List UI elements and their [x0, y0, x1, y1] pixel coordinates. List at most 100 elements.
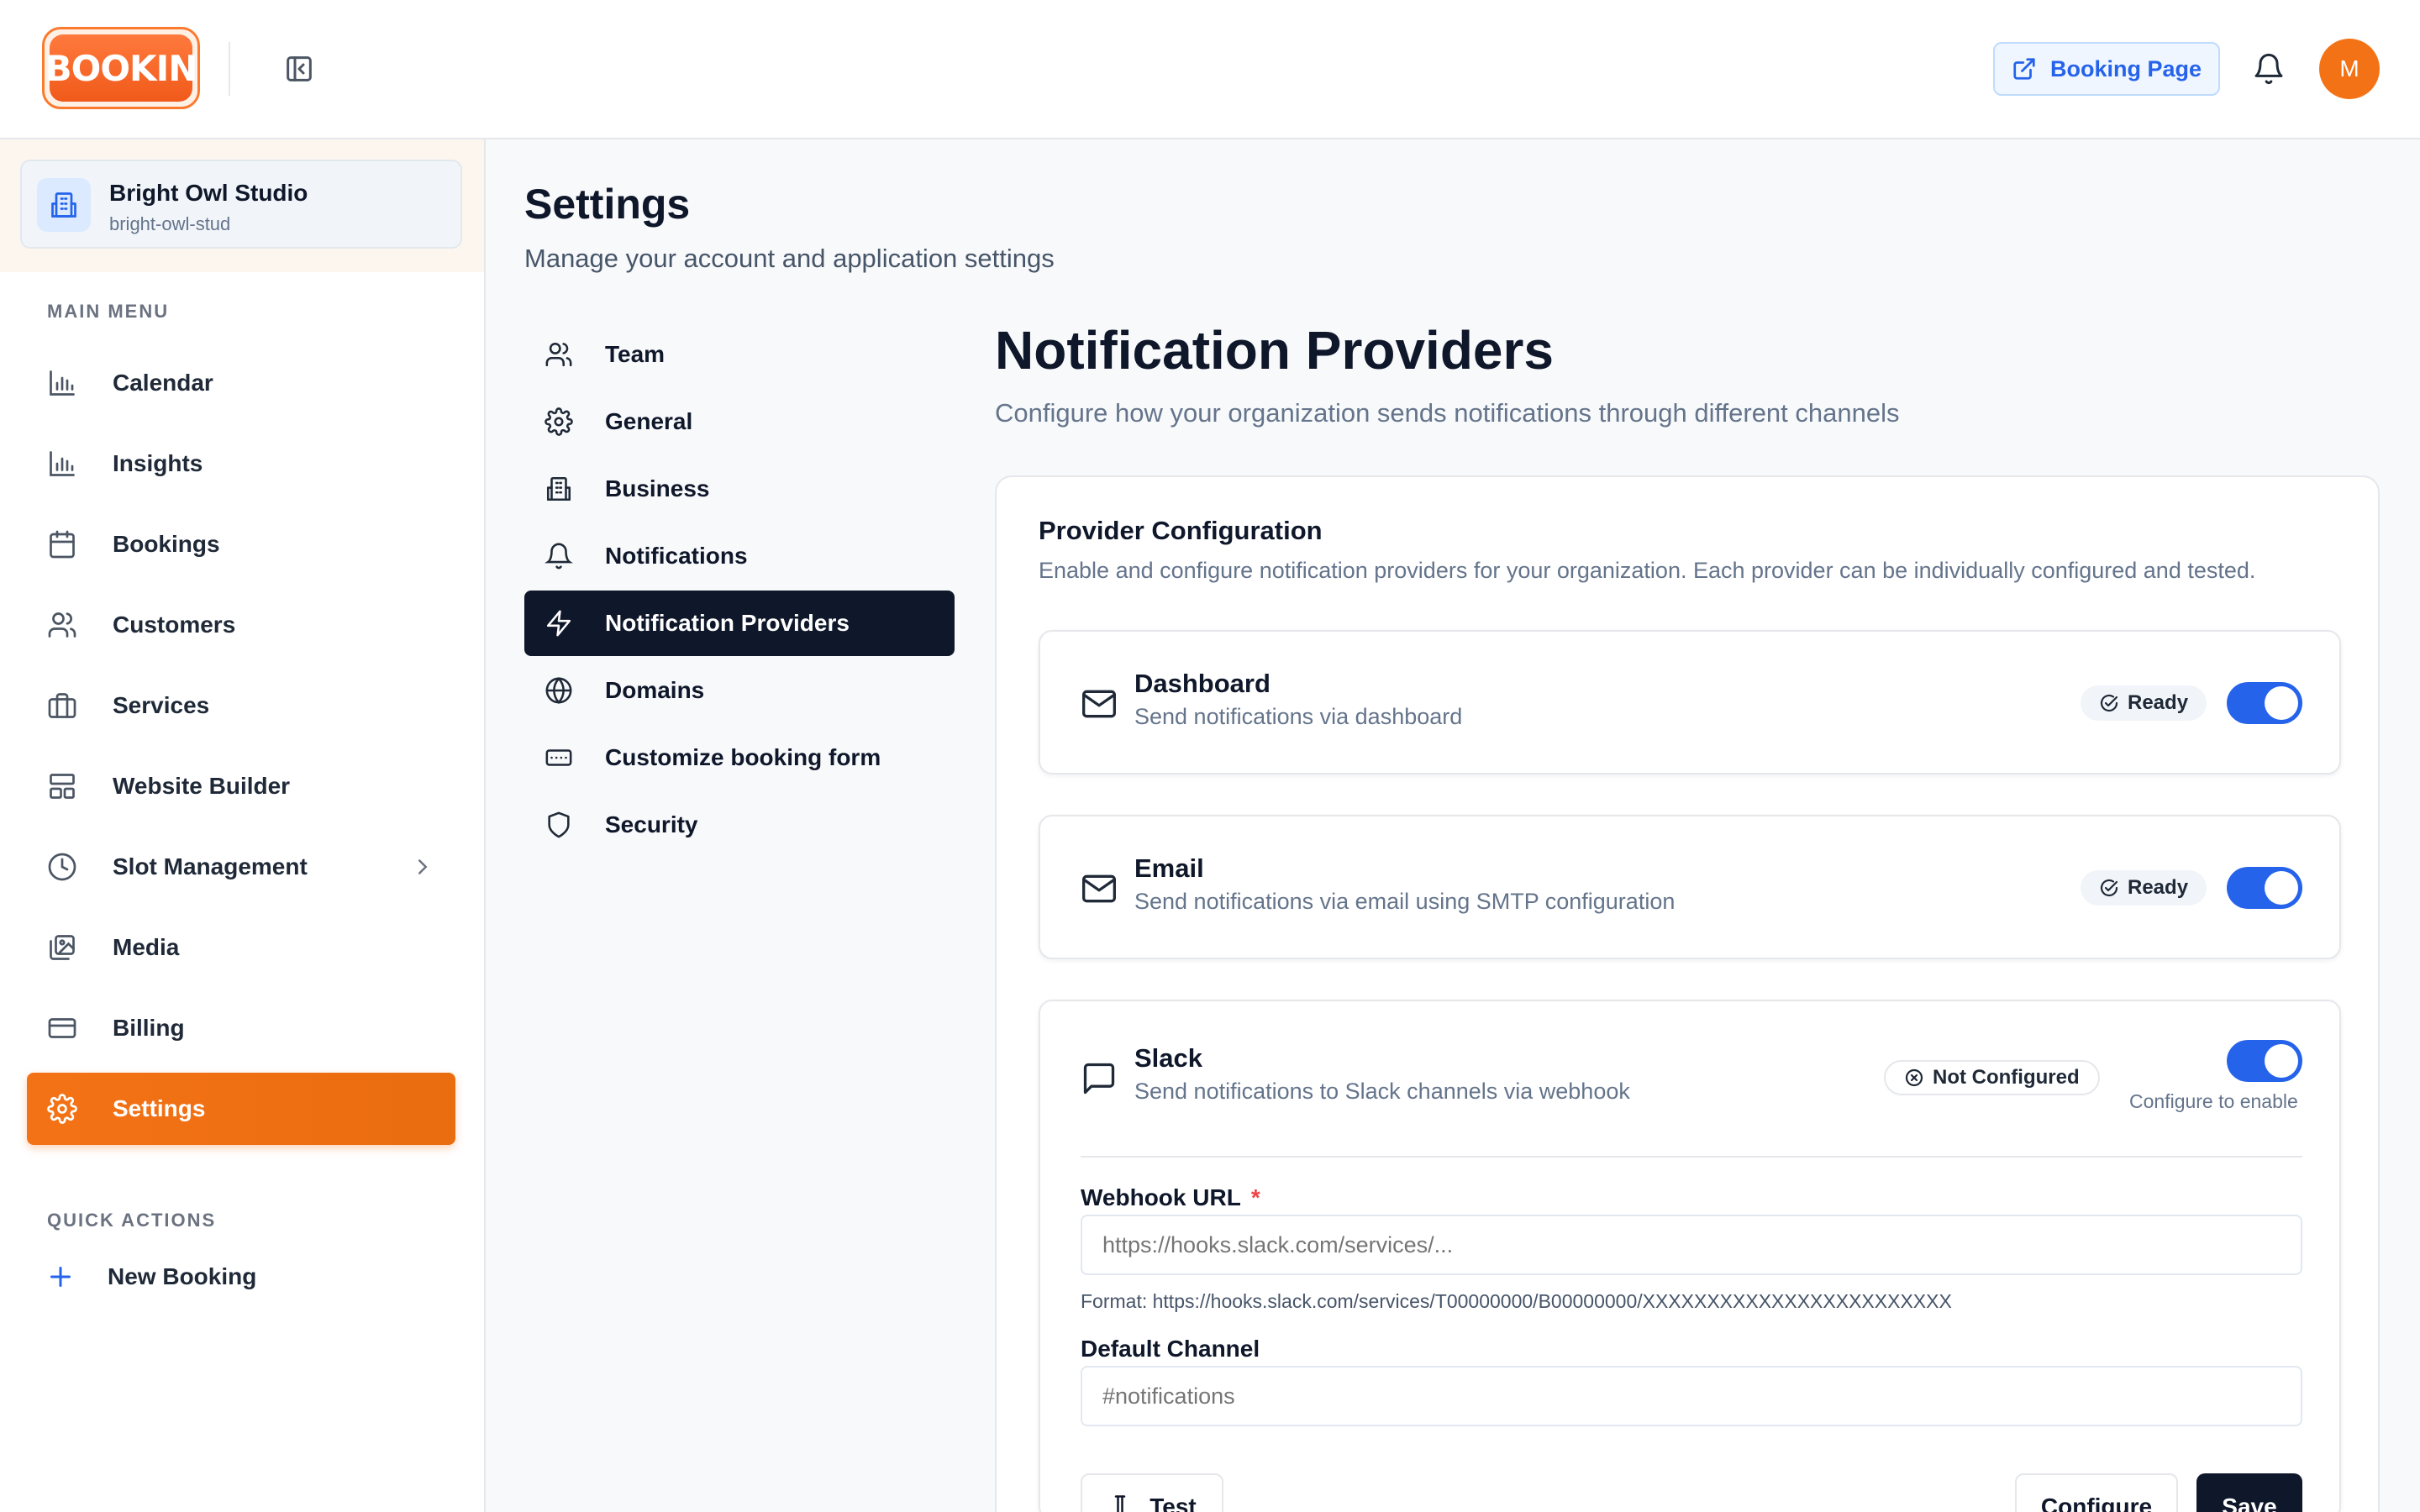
settings-nav-domains[interactable]: Domains: [524, 658, 955, 723]
page-title: Settings: [524, 181, 691, 228]
lightning-icon: [546, 610, 571, 637]
settings-nav-customize-booking-form[interactable]: Customize booking form: [524, 725, 955, 790]
save-button[interactable]: Save: [2196, 1473, 2302, 1512]
provider-toggle[interactable]: [2227, 867, 2302, 909]
new-booking-button[interactable]: New Booking: [27, 1253, 256, 1300]
shield-icon: [548, 811, 570, 838]
briefcase-icon: [48, 693, 76, 718]
chevron-right-icon[interactable]: [410, 854, 435, 879]
globe-icon: [545, 676, 572, 705]
settings-nav-label: Team: [605, 341, 666, 367]
test-button[interactable]: Test: [1081, 1473, 1223, 1512]
test-tube-icon: [1115, 1495, 1126, 1512]
building-icon: [37, 178, 91, 232]
gear-icon: [544, 407, 573, 436]
configure-button[interactable]: Configure: [2015, 1473, 2178, 1512]
check-circle-icon: [2100, 879, 2118, 897]
sidebar-item-label: Services: [113, 692, 210, 718]
provider-toggle[interactable]: [2227, 682, 2302, 724]
provider-name: Email: [1134, 853, 1204, 883]
provider-description: Send notifications to Slack channels via…: [1134, 1079, 1630, 1104]
org-switcher[interactable]: Bright Owl Studio bright-owl-stud: [20, 160, 462, 249]
status-badge: Not Configured: [1884, 1060, 2100, 1095]
gear-icon: [47, 1094, 77, 1124]
provider-description: Send notifications via dashboard: [1134, 704, 1463, 729]
sidebar-item-bookings[interactable]: Bookings: [27, 508, 455, 580]
message-square-icon: [1083, 1063, 1115, 1095]
sidebar: Bright Owl Studio bright-owl-stud MAIN M…: [0, 139, 486, 1512]
webhook-url-label-text: Webhook URL: [1081, 1184, 1241, 1210]
external-link-icon: [2013, 58, 2035, 80]
webhook-format-hint: Format: https://hooks.slack.com/services…: [1081, 1290, 1952, 1312]
save-button-label: Save: [2222, 1494, 2277, 1512]
sidebar-item-insights[interactable]: Insights: [27, 428, 455, 500]
default-channel-input[interactable]: [1081, 1366, 2302, 1426]
sidebar-item-billing[interactable]: Billing: [27, 992, 455, 1064]
settings-nav-notification-providers[interactable]: Notification Providers: [524, 591, 955, 656]
status-text: Not Configured: [1933, 1066, 2080, 1089]
bell-icon[interactable]: [2252, 52, 2286, 86]
sidebar-item-label: Slot Management: [113, 853, 308, 879]
bookin-logo[interactable]: BOOKIN: [42, 27, 200, 109]
settings-nav-team[interactable]: Team: [524, 322, 955, 387]
sidebar-collapse-icon[interactable]: [282, 52, 316, 86]
divider: [1081, 1156, 2302, 1158]
booking-page-button[interactable]: Booking Page: [1993, 42, 2220, 96]
sidebar-item-label: Settings: [113, 1095, 206, 1121]
section-title: Notification Providers: [995, 320, 1554, 381]
settings-nav-security[interactable]: Security: [524, 792, 955, 858]
bell-icon: [544, 543, 573, 570]
sidebar-item-label: Insights: [113, 450, 203, 476]
settings-nav-label: Notification Providers: [605, 610, 850, 636]
provider-description: Send notifications via email using SMTP …: [1134, 889, 1676, 914]
test-button-label: Test: [1150, 1494, 1197, 1512]
sidebar-item-calendar[interactable]: Calendar: [27, 347, 455, 419]
sidebar-item-website-builder[interactable]: Website Builder: [27, 750, 455, 822]
sidebar-item-slot-management[interactable]: Slot Management: [27, 831, 455, 903]
sidebar-item-media[interactable]: Media: [27, 911, 455, 984]
provider-name: Slack: [1134, 1043, 1203, 1073]
provider-toggle[interactable]: [2227, 1040, 2302, 1082]
sidebar-item-label: Customers: [113, 612, 236, 638]
sidebar-item-label: Calendar: [113, 370, 213, 396]
status-badge: Ready: [2081, 870, 2207, 906]
user-avatar[interactable]: M: [2319, 39, 2380, 99]
webhook-url-label: Webhook URL *: [1081, 1184, 1260, 1211]
quick-actions-label: QUICK ACTIONS: [47, 1210, 217, 1231]
layout-icon: [50, 774, 75, 799]
settings-nav-label: Domains: [605, 677, 705, 703]
calendar-icon: [50, 530, 75, 559]
settings-nav-business[interactable]: Business: [524, 456, 955, 522]
webhook-url-input[interactable]: [1081, 1215, 2302, 1275]
sidebar-item-customers[interactable]: Customers: [27, 589, 455, 661]
provider-email: Email Send notifications via email using…: [1039, 815, 2341, 959]
provider-name: Dashboard: [1134, 669, 1270, 698]
provider-slack: Slack Send notifications to Slack channe…: [1039, 1000, 2341, 1512]
page-subtitle: Manage your account and application sett…: [524, 244, 1055, 273]
settings-nav-label: General: [605, 408, 693, 434]
form-icon: [545, 749, 572, 766]
settings-nav-notifications[interactable]: Notifications: [524, 523, 955, 589]
plus-icon: [50, 1267, 71, 1287]
main-menu-label: MAIN MENU: [47, 301, 170, 322]
card-subtitle: Enable and configure notification provid…: [1039, 558, 2256, 583]
toggle-knob: [2265, 686, 2298, 720]
credit-card-icon: [48, 1018, 76, 1038]
toggle-knob: [2265, 871, 2298, 905]
settings-nav-label: Security: [605, 811, 698, 837]
sidebar-item-label: Website Builder: [113, 773, 291, 799]
clock-icon: [48, 853, 76, 881]
bar-chart-icon: [50, 370, 75, 396]
org-slug: bright-owl-stud: [109, 213, 231, 234]
new-booking-label: New Booking: [108, 1263, 257, 1289]
logo-text: BOOKIN: [45, 34, 197, 102]
configure-hint: Configure to enable: [2129, 1090, 2298, 1112]
default-channel-label: Default Channel: [1081, 1336, 1260, 1362]
required-marker: *: [1250, 1184, 1260, 1210]
bar-chart-icon: [50, 451, 75, 476]
configure-button-label: Configure: [2040, 1494, 2153, 1512]
sidebar-item-services[interactable]: Services: [27, 669, 455, 742]
sidebar-item-settings[interactable]: Settings: [27, 1073, 455, 1145]
booking-page-label: Booking Page: [2049, 55, 2202, 81]
settings-nav-general[interactable]: General: [524, 389, 955, 454]
